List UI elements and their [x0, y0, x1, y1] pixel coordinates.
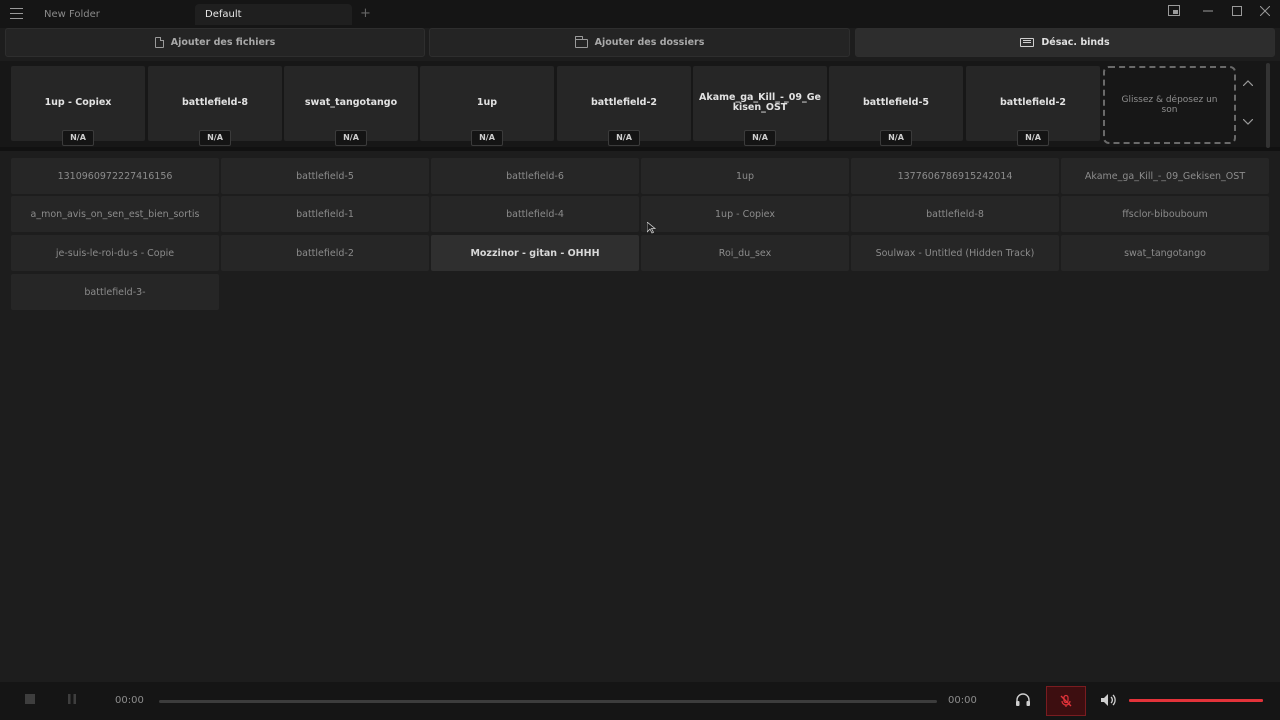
library-item[interactable]: 1up - Copiex — [641, 196, 849, 232]
add-files-button[interactable]: Ajouter des fichiers — [5, 28, 425, 57]
bound-sound-name: 1up - Copiex — [44, 97, 112, 108]
library-item[interactable]: 1377606786915242014 — [851, 158, 1059, 194]
volume-icon[interactable] — [1100, 693, 1118, 709]
keybind-badge[interactable]: N/A — [880, 130, 912, 146]
volume-slider-fill — [1129, 699, 1263, 702]
add-folders-label: Ajouter des dossiers — [594, 37, 705, 48]
add-folders-button[interactable]: Ajouter des dossiers — [429, 28, 850, 57]
bound-sound-card[interactable]: 1up N/A — [420, 66, 554, 146]
library-item[interactable]: Akame_ga_Kill_-_09_Gekisen_OST — [1061, 158, 1269, 194]
title-bar: New Folder Default + — [0, 0, 1280, 28]
player-bar: 00:00 00:00 — [0, 682, 1280, 720]
tab-default[interactable]: Default — [195, 4, 352, 25]
library-item[interactable]: battlefield-3- — [11, 274, 219, 310]
keyboard-icon — [1020, 38, 1035, 47]
bound-sound-name: swat_tangotango — [304, 97, 398, 108]
chevron-down-icon[interactable] — [1240, 117, 1256, 133]
bound-sound-card[interactable]: battlefield-2 N/A — [966, 66, 1100, 146]
library-item[interactable]: 1310960972227416156 — [11, 158, 219, 194]
library-item[interactable]: battlefield-1 — [221, 196, 429, 232]
add-files-label: Ajouter des fichiers — [170, 37, 276, 48]
bound-sound-name: 1up — [476, 97, 498, 108]
keybind-badge[interactable]: N/A — [608, 130, 640, 146]
headphones-icon[interactable] — [1015, 692, 1031, 708]
library-item[interactable]: ffsclor-bibouboum — [1061, 196, 1269, 232]
bound-sound-name: battlefield-8 — [181, 97, 249, 108]
mini-player-icon[interactable] — [1163, 3, 1185, 23]
bound-strip-scrollbar[interactable] — [1266, 63, 1270, 148]
disable-binds-button[interactable]: Désac. binds — [855, 28, 1275, 57]
keybind-badge[interactable]: N/A — [471, 130, 503, 146]
minimize-icon[interactable] — [1197, 3, 1219, 23]
bound-sound-card[interactable]: swat_tangotango N/A — [284, 66, 418, 146]
library-item[interactable]: Mozzinor - gitan - OHHH — [431, 235, 639, 271]
folder-icon — [574, 36, 588, 48]
library-item[interactable]: battlefield-4 — [431, 196, 639, 232]
library-item[interactable]: swat_tangotango — [1061, 235, 1269, 271]
bound-sound-card[interactable]: battlefield-5 N/A — [829, 66, 963, 146]
bound-sound-card[interactable]: Akame_ga_Kill_-_09_Gekisen_OST N/A — [693, 66, 827, 146]
chevron-up-icon[interactable] — [1240, 78, 1256, 94]
keybind-badge[interactable]: N/A — [335, 130, 367, 146]
library-item[interactable]: battlefield-6 — [431, 158, 639, 194]
library-item[interactable]: battlefield-2 — [221, 235, 429, 271]
bound-sound-name: battlefield-2 — [999, 97, 1067, 108]
mic-off-icon — [1060, 694, 1072, 707]
library-item[interactable]: Soulwax - Untitled (Hidden Track) — [851, 235, 1059, 271]
bound-sound-card[interactable]: 1up - Copiex N/A — [11, 66, 145, 146]
tab-new-folder[interactable]: New Folder — [34, 4, 194, 25]
dropzone-text: Glissez & déposez un son — [1121, 95, 1218, 115]
bound-sound-name: Akame_ga_Kill_-_09_Gekisen_OST — [699, 92, 821, 113]
bound-sound-card[interactable]: battlefield-8 N/A — [148, 66, 282, 146]
disable-binds-label: Désac. binds — [1041, 37, 1110, 48]
mouse-cursor-icon — [647, 222, 657, 234]
bound-sound-name: battlefield-2 — [590, 97, 658, 108]
keybind-badge[interactable]: N/A — [1017, 130, 1049, 146]
playback-progress-bar[interactable] — [159, 700, 937, 703]
pause-icon[interactable] — [65, 693, 79, 707]
close-icon[interactable] — [1254, 3, 1276, 23]
keybind-badge[interactable]: N/A — [199, 130, 231, 146]
library-item[interactable]: Roi_du_sex — [641, 235, 849, 271]
library-item[interactable]: battlefield-5 — [221, 158, 429, 194]
library-item[interactable]: a_mon_avis_on_sen_est_bien_sortis — [11, 196, 219, 232]
bound-sounds-strip: 1up - Copiex N/A battlefield-8 N/A swat_… — [0, 61, 1280, 151]
menu-icon[interactable] — [10, 8, 23, 19]
maximize-icon[interactable] — [1226, 3, 1248, 23]
library-item[interactable]: battlefield-8 — [851, 196, 1059, 232]
bound-sound-name: battlefield-5 — [862, 97, 930, 108]
mic-muted-button[interactable] — [1046, 686, 1086, 716]
bound-sound-card[interactable]: battlefield-2 N/A — [557, 66, 691, 146]
stop-icon[interactable] — [23, 693, 37, 707]
add-tab-button[interactable]: + — [360, 6, 371, 21]
volume-slider[interactable] — [1129, 699, 1263, 702]
library-item[interactable]: 1up — [641, 158, 849, 194]
library-item[interactable]: je-suis-le-roi-du-s - Copie — [11, 235, 219, 271]
total-time: 00:00 — [948, 695, 977, 706]
current-time: 00:00 — [115, 695, 144, 706]
keybind-badge[interactable]: N/A — [62, 130, 94, 146]
file-icon — [154, 37, 164, 48]
sound-dropzone[interactable]: Glissez & déposez un son — [1103, 66, 1236, 144]
keybind-badge[interactable]: N/A — [744, 130, 776, 146]
